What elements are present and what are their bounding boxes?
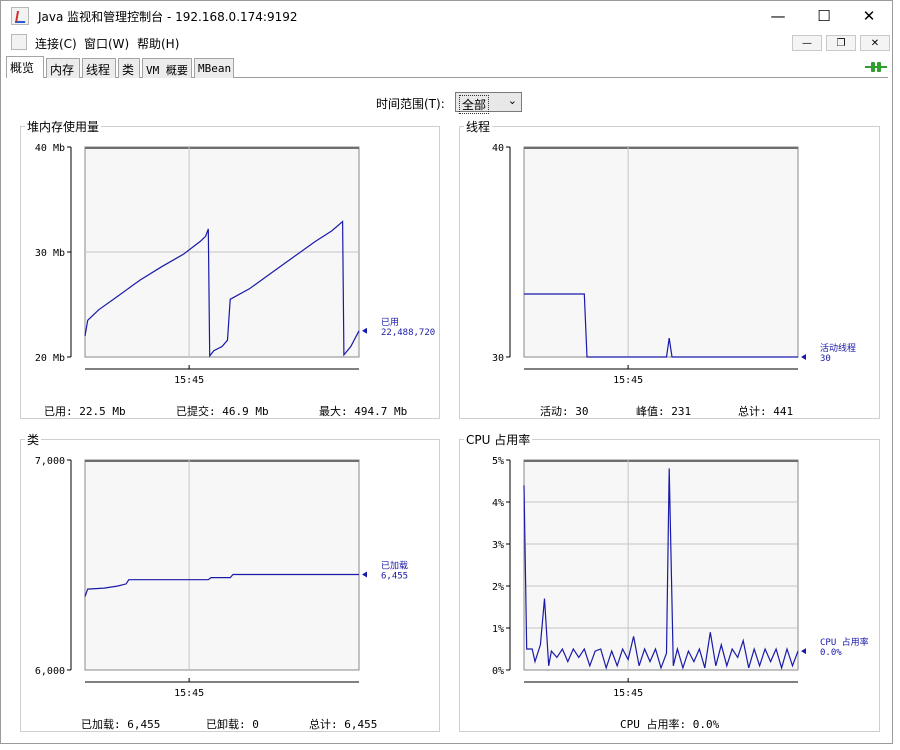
classes-total-readout: 总计: 6,455 <box>309 718 378 731</box>
cpu-chart: 0% 1% 2% 3% 4% 5% 15:45 CPU 占用率0.0% <box>492 456 869 699</box>
legend-label: 已加载 <box>381 559 408 571</box>
time-range-label: 时间范围(T): <box>376 97 445 111</box>
tab-vm-summary[interactable]: VM 概要 <box>142 58 192 78</box>
threads-total-readout: 总计: 441 <box>738 405 794 418</box>
time-range-value: 全部 <box>459 95 490 114</box>
window-title: Java 监视和管理控制台 - 192.168.0.174:9192 <box>38 10 298 24</box>
time-range-select[interactable]: 全部 ⌄ <box>455 92 522 114</box>
y-tick-label: 1% <box>492 624 504 635</box>
heap-max-readout: 最大: 494.7 Mb <box>319 405 408 418</box>
legend-value: 30 <box>820 354 831 364</box>
legend-marker-icon <box>362 327 367 334</box>
y-tick-label: 40 Mb <box>35 143 65 154</box>
panel-title: 类 <box>25 431 42 448</box>
tab-threads[interactable]: 线程 <box>82 58 116 78</box>
cpu-usage-readout: CPU 占用率: 0.0% <box>620 718 720 731</box>
threads-chart: 304015:45活动线程30 <box>492 143 856 386</box>
threads-live-readout: 活动: 30 <box>540 405 589 418</box>
y-tick-label: 5% <box>492 456 504 467</box>
minimize-button[interactable]: — <box>755 1 801 31</box>
connected-plug-icon[interactable] <box>865 61 887 73</box>
y-tick-label: 30 <box>492 353 504 364</box>
heap-used-readout: 已用: 22.5 Mb <box>44 405 126 418</box>
legend-marker-icon <box>362 571 367 578</box>
y-tick-label: 7,000 <box>35 456 65 467</box>
frame-minimize-button[interactable]: — <box>792 35 822 51</box>
legend-value: 6,455 <box>381 571 408 581</box>
y-tick-label: 40 <box>492 143 504 154</box>
threads-peak-readout: 峰值: 231 <box>636 405 692 418</box>
y-tick-label: 30 Mb <box>35 248 65 259</box>
chevron-down-icon: ⌄ <box>507 94 517 107</box>
heap-memory-panel: 堆内存使用量 20 Mb 30 Mb 40 Mb 15:45 已用 22,488,720 … <box>20 118 440 419</box>
panel-title: CPU 占用率 <box>464 431 533 448</box>
legend-label: 活动线程 <box>820 342 856 354</box>
x-tick-label: 15:45 <box>613 375 643 386</box>
legend-value: 0.0% <box>820 648 842 658</box>
panel-title: 线程 <box>464 118 493 135</box>
title-bar[interactable]: Java 监视和管理控制台 - 192.168.0.174:9192 — ☐ ✕ <box>1 1 892 31</box>
tab-mbean[interactable]: MBean <box>194 58 234 78</box>
cpu-usage-panel: CPU 占用率 0% 1% 2% 3% 4% 5% 15:45 CPU 占用率 0.0% CPU… <box>459 431 880 732</box>
tab-memory[interactable]: 内存 <box>46 58 80 78</box>
plot-area <box>84 459 360 671</box>
tab-classes[interactable]: 类 <box>118 58 140 78</box>
java-app-icon <box>11 7 29 25</box>
x-tick-label: 15:45 <box>613 688 643 699</box>
classes-unloaded-readout: 已卸载: 0 <box>206 718 259 731</box>
app-window: Java 监视和管理控制台 - 192.168.0.174:9192 — ☐ ✕… <box>0 0 893 744</box>
frame-restore-button[interactable]: ❐ <box>826 35 856 51</box>
y-tick-label: 6,000 <box>35 666 65 677</box>
tab-bar: 概览 内存 线程 类 VM 概要 MBean <box>6 56 888 78</box>
panel-title: 堆内存使用量 <box>25 118 102 135</box>
y-tick-label: 2% <box>492 582 504 593</box>
menu-connect[interactable]: 连接(C) <box>35 35 77 52</box>
legend-label: 已用 <box>381 317 399 328</box>
heap-chart: 20 Mb 30 Mb 40 Mb 15:45 已用22,488,720 <box>35 143 435 386</box>
menu-window[interactable]: 窗口(W) <box>84 35 129 52</box>
x-tick-label: 15:45 <box>174 375 204 386</box>
legend-marker-icon <box>801 648 806 655</box>
legend-value: 22,488,720 <box>381 328 435 338</box>
y-tick-label: 0% <box>492 666 504 677</box>
plot-area <box>523 459 799 671</box>
classes-panel: 类 6,000 7,000 15:45 已加载 6,455 已加载: 6,455 已卸载… <box>20 431 440 732</box>
plot-area <box>523 146 799 358</box>
frame-close-button[interactable]: ✕ <box>860 35 890 51</box>
legend-label: CPU 占用率 <box>820 636 869 648</box>
maximize-button[interactable]: ☐ <box>801 1 847 31</box>
threads-panel: 线程 30 40 15:45 活动线程 30 活动: 30 峰值: 231 总计: 44… <box>459 118 880 419</box>
y-tick-label: 3% <box>492 540 504 551</box>
legend-marker-icon <box>801 354 806 360</box>
close-button[interactable]: ✕ <box>846 1 892 31</box>
classes-chart: 6,000 7,000 15:45 已加载6,455 <box>35 456 408 699</box>
classes-loaded-readout: 已加载: 6,455 <box>81 718 161 731</box>
heap-committed-readout: 已提交: 46.9 Mb <box>176 405 269 418</box>
menu-bar: 连接(C) 窗口(W) 帮助(H) — ❐ ✕ <box>1 31 892 55</box>
y-tick-label: 20 Mb <box>35 353 65 364</box>
internal-frame-icon[interactable] <box>11 34 27 50</box>
y-tick-label: 4% <box>492 498 504 509</box>
menu-help[interactable]: 帮助(H) <box>137 35 179 52</box>
x-tick-label: 15:45 <box>174 688 204 699</box>
tab-overview[interactable]: 概览 <box>6 56 44 78</box>
